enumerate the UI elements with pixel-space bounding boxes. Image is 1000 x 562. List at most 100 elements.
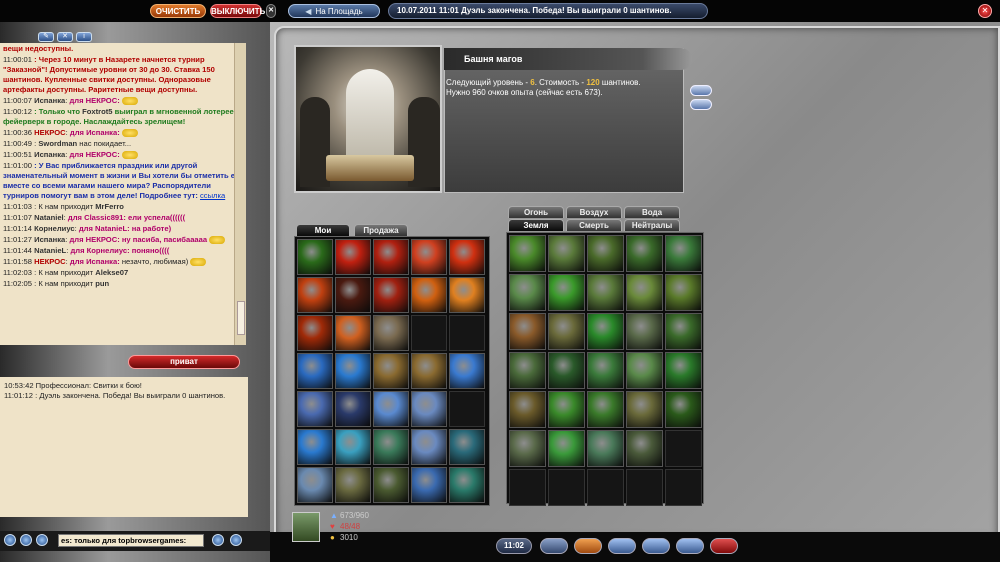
spell-icon[interactable] [587,274,624,311]
x-icon[interactable]: ✕ [57,32,73,42]
go-to-square-button[interactable]: ◀ На Площадь [288,4,380,18]
spell-icon[interactable] [509,352,546,389]
spell-icon[interactable] [297,353,333,389]
tab-sale[interactable]: Продажа [354,224,408,236]
spell-icon[interactable] [297,239,333,275]
spell-icon[interactable] [335,353,371,389]
spell-icon[interactable] [665,274,702,311]
spell-icon[interactable] [411,353,447,389]
spell-icon[interactable] [411,277,447,313]
spell-icon[interactable] [297,467,333,503]
nickname[interactable]: Корнелиус [34,224,74,233]
spell-icon[interactable] [297,315,333,351]
spell-icon[interactable] [373,429,409,465]
menu-icon[interactable] [540,538,568,554]
spell-icon[interactable] [587,235,624,272]
nickname[interactable]: Alekse07 [95,268,128,277]
spell-icon[interactable] [373,391,409,427]
spell-icon[interactable] [335,391,371,427]
arrows-icon[interactable] [676,538,704,554]
nickname[interactable]: Испанка [34,235,65,244]
spell-icon[interactable] [626,352,663,389]
spell-icon[interactable] [509,430,546,467]
spell-icon[interactable] [373,315,409,351]
exit-button[interactable]: ✕ [978,4,992,18]
nickname[interactable]: Nataniel [34,213,64,222]
spell-icon[interactable] [373,239,409,275]
avatar[interactable] [292,512,320,542]
spell-icon[interactable] [411,239,447,275]
nickname[interactable]: MrFerro [95,202,124,211]
spell-icon[interactable] [449,353,485,389]
people-icon[interactable] [20,534,32,546]
nickname[interactable]: Испанка [34,96,65,105]
send-icon[interactable] [212,534,224,546]
spell-icon[interactable] [548,352,585,389]
spell-icon[interactable] [297,429,333,465]
close-icon[interactable]: ✕ [266,4,276,18]
spell-icon[interactable] [587,391,624,428]
spell-icon[interactable] [509,274,546,311]
spell-icon[interactable] [297,277,333,313]
chat-input[interactable]: es: только для topbrowsergames: [58,534,204,547]
tab-death[interactable]: Смерть [566,219,622,231]
spell-icon[interactable] [548,391,585,428]
spell-icon[interactable] [509,391,546,428]
chat-scrollbar[interactable] [234,43,246,345]
tab-my-spells[interactable]: Мои [296,224,350,236]
spell-icon[interactable] [665,352,702,389]
spell-icon[interactable] [548,235,585,272]
info-button[interactable] [690,99,712,110]
spell-icon[interactable] [335,467,371,503]
card-icon[interactable] [608,538,636,554]
tab-water[interactable]: Вода [624,206,680,218]
spell-icon[interactable] [548,430,585,467]
spell-icon[interactable] [373,353,409,389]
info-icon[interactable]: i [76,32,92,42]
tab-neutral[interactable]: Нейтралы [624,219,680,231]
spell-icon[interactable] [373,277,409,313]
megaphone-icon[interactable] [574,538,602,554]
spell-icon[interactable] [411,467,447,503]
spell-icon[interactable] [509,235,546,272]
nickname[interactable]: Swordman [38,139,77,148]
spell-icon[interactable] [411,391,447,427]
close-icon[interactable] [710,538,738,554]
spell-icon[interactable] [297,391,333,427]
spell-icon[interactable] [335,429,371,465]
spell-icon[interactable] [626,430,663,467]
tab-air[interactable]: Воздух [566,206,622,218]
spell-icon[interactable] [665,235,702,272]
spell-icon[interactable] [411,429,447,465]
clear-chat-button[interactable]: ОЧИСТИТЬ [150,4,206,18]
private-button[interactable]: приват [128,355,240,369]
spell-icon[interactable] [449,277,485,313]
spell-icon[interactable] [335,239,371,275]
tab-earth[interactable]: Земля [508,219,564,231]
spell-icon[interactable] [626,313,663,350]
spell-icon[interactable] [626,274,663,311]
message-link[interactable]: ссылка [200,191,225,200]
spell-icon[interactable] [335,277,371,313]
spell-icon[interactable] [587,313,624,350]
spell-icon[interactable] [548,313,585,350]
spell-icon[interactable] [587,352,624,389]
spell-icon[interactable] [449,239,485,275]
nickname[interactable]: pun [95,279,109,288]
spell-icon[interactable] [548,274,585,311]
spell-icon[interactable] [335,315,371,351]
clear-input-icon[interactable] [230,534,242,546]
spell-icon[interactable] [373,467,409,503]
spell-icon[interactable] [626,391,663,428]
spell-icon[interactable] [449,429,485,465]
spell-icon[interactable] [626,235,663,272]
turn-off-chat-button[interactable]: ВЫКЛЮЧИТЬ [210,4,265,18]
tab-fire[interactable]: Огонь [508,206,564,218]
spell-icon[interactable] [449,467,485,503]
nickname[interactable]: NataniеL [34,246,66,255]
scrollbar-thumb[interactable] [237,301,245,335]
buy-level-button[interactable] [690,85,712,96]
up-icon[interactable] [36,534,48,546]
up-icon[interactable] [4,534,16,546]
mail-icon[interactable] [642,538,670,554]
